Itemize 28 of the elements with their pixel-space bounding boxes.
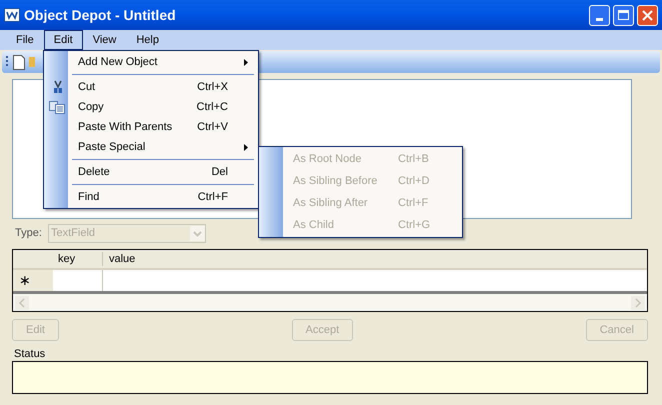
copy-icon bbox=[49, 100, 65, 114]
close-icon bbox=[642, 10, 653, 20]
grip-icon bbox=[6, 55, 9, 69]
column-header[interactable]: value bbox=[103, 250, 647, 268]
type-label: Type: bbox=[15, 226, 43, 241]
app-logo-icon bbox=[4, 8, 20, 22]
submenu-arrow-icon bbox=[244, 58, 248, 66]
minimize-button[interactable] bbox=[589, 4, 610, 26]
maximize-button[interactable] bbox=[613, 4, 634, 26]
new-row-marker: ∗ bbox=[13, 270, 53, 291]
menu-entry[interactable]: Paste With Parents Ctrl+V bbox=[68, 117, 258, 137]
new-document-icon[interactable] bbox=[13, 54, 25, 70]
menu-entry[interactable]: Cut Ctrl+X bbox=[68, 77, 258, 97]
window-title: Object Depot - Untitled bbox=[24, 6, 176, 25]
menu-item[interactable]: Edit bbox=[44, 30, 83, 50]
menu-item[interactable]: File bbox=[6, 30, 44, 50]
menu-entry[interactable]: Find Ctrl+F bbox=[68, 187, 258, 207]
menu-item[interactable]: View bbox=[82, 30, 126, 50]
menu-item[interactable]: Help bbox=[126, 30, 169, 50]
menu-entry[interactable]: Copy Ctrl+C bbox=[68, 97, 258, 117]
submenu-arrow-icon bbox=[244, 144, 248, 150]
close-button[interactable] bbox=[637, 4, 658, 26]
scissors-icon bbox=[52, 80, 64, 94]
menu-entry[interactable]: Delete Del bbox=[68, 162, 258, 182]
status-label: Status bbox=[14, 348, 46, 361]
column-header[interactable]: key bbox=[53, 252, 103, 266]
menu-entry[interactable]: Add New Object bbox=[68, 52, 258, 72]
menu-entry[interactable]: Paste Special bbox=[68, 137, 258, 157]
